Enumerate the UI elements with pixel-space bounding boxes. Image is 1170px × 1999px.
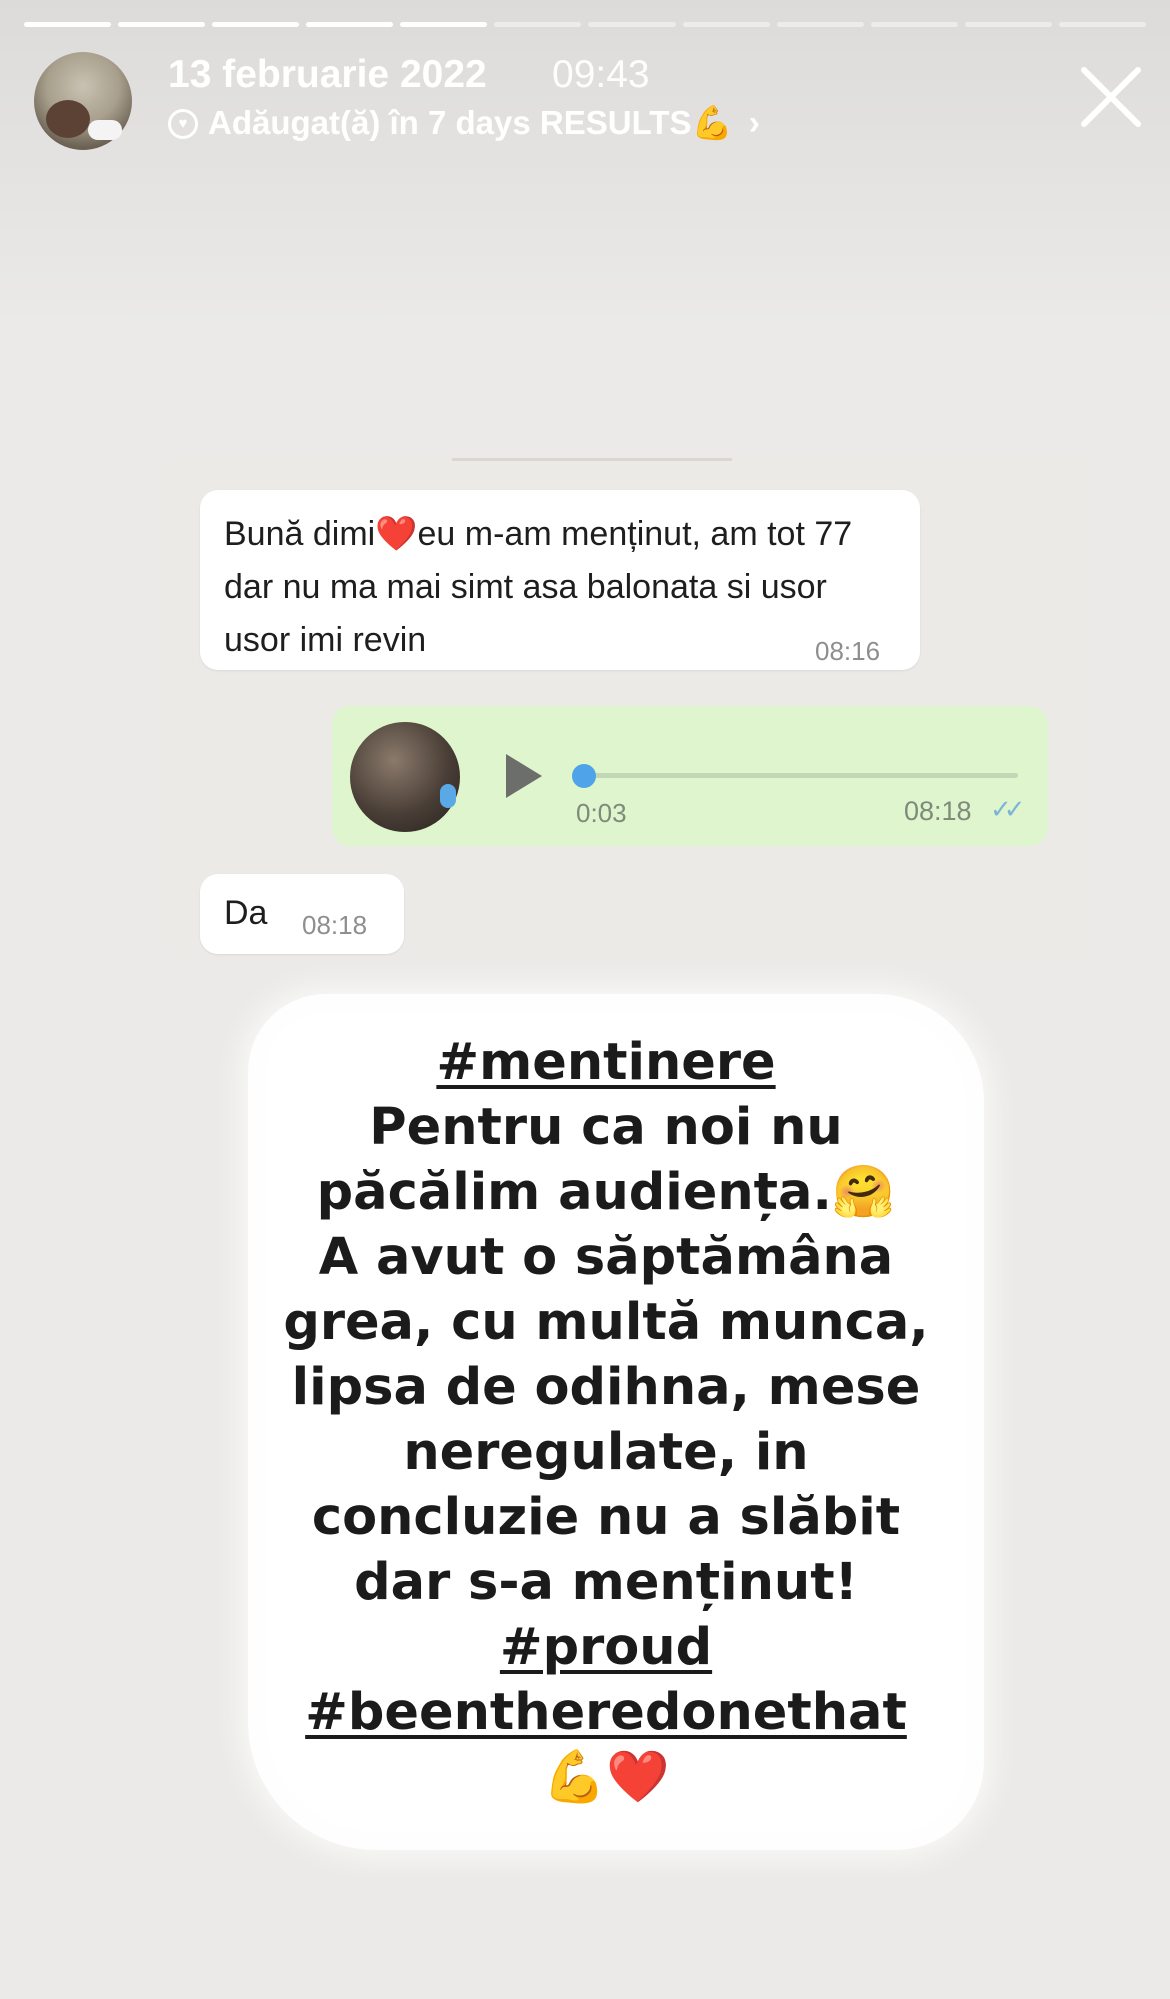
progress-segment xyxy=(1058,22,1146,27)
chat-divider xyxy=(452,458,732,461)
hashtag-beentheredonethat[interactable]: #beentheredonethat xyxy=(250,1680,962,1745)
story-date: 13 februarie 2022 xyxy=(168,53,487,96)
progress-segment xyxy=(118,22,206,27)
voice-message: 0:03 08:18 ✓✓ xyxy=(332,706,1048,846)
chevron-right-icon: › xyxy=(748,104,760,142)
play-icon xyxy=(506,754,542,798)
message-time: 08:16 xyxy=(815,636,881,666)
voice-time: 08:18 xyxy=(904,796,972,826)
progress-segment xyxy=(964,22,1052,27)
highlight-heart-icon: ♥ xyxy=(168,108,198,139)
caption-line: A avut o săptămâna xyxy=(318,1228,894,1287)
progress-segment xyxy=(588,22,676,27)
story-time: 09:43 xyxy=(552,53,650,96)
voice-progress-track xyxy=(582,773,1018,778)
message-text: Da xyxy=(224,894,268,932)
progress-segment xyxy=(870,22,958,27)
progress-segment xyxy=(400,22,488,27)
added-label: Adăugat(ă) în 7 days RESULTS💪 xyxy=(208,104,733,141)
progress-segment xyxy=(494,22,582,27)
caption-line: păcălim audiența.🤗 xyxy=(316,1163,896,1222)
progress-segment xyxy=(682,22,770,27)
incoming-message: Bună dimi❤️eu m-am menținut, am tot 77 d… xyxy=(200,490,920,670)
avatar[interactable] xyxy=(34,52,132,150)
caption-line: lipsa de odihna, mese xyxy=(291,1358,921,1417)
voice-sender-avatar xyxy=(350,722,460,832)
story-caption: #mentinere Pentru ca noi nu păcălim audi… xyxy=(250,1030,962,1810)
cloud-icon xyxy=(88,120,122,140)
message-text: Bună dimi❤️eu m-am menținut, am tot 77 d… xyxy=(224,515,853,659)
caption-line: concluzie nu a slăbit xyxy=(311,1488,901,1547)
caption-line: neregulate, in xyxy=(403,1423,809,1482)
progress-segment xyxy=(776,22,864,27)
added-to-highlight-link[interactable]: ♥ Adăugat(ă) în 7 days RESULTS💪 › xyxy=(168,104,760,143)
progress-segment xyxy=(24,22,112,27)
voice-duration: 0:03 xyxy=(576,798,627,828)
hashtag-proud[interactable]: #proud xyxy=(250,1615,962,1680)
read-ticks-icon: ✓✓ xyxy=(990,794,1025,824)
caption-line: dar s-a menținut! xyxy=(354,1553,858,1612)
microphone-icon xyxy=(440,784,456,808)
story-progress-bar xyxy=(24,22,1146,27)
caption-emoji: 💪❤️ xyxy=(542,1748,670,1807)
progress-segment xyxy=(306,22,394,27)
progress-segment xyxy=(212,22,300,27)
hashtag-mentinere[interactable]: #mentinere xyxy=(250,1030,962,1095)
message-time: 08:18 xyxy=(302,910,368,940)
avatar-photo xyxy=(46,100,90,138)
voice-progress-knob xyxy=(572,764,596,788)
incoming-message: Da 08:18 xyxy=(200,874,404,954)
close-icon[interactable] xyxy=(1078,64,1144,130)
top-shade xyxy=(0,0,1170,330)
caption-line: grea, cu multă munca, xyxy=(283,1293,929,1352)
caption-line: Pentru ca noi nu xyxy=(369,1098,843,1157)
